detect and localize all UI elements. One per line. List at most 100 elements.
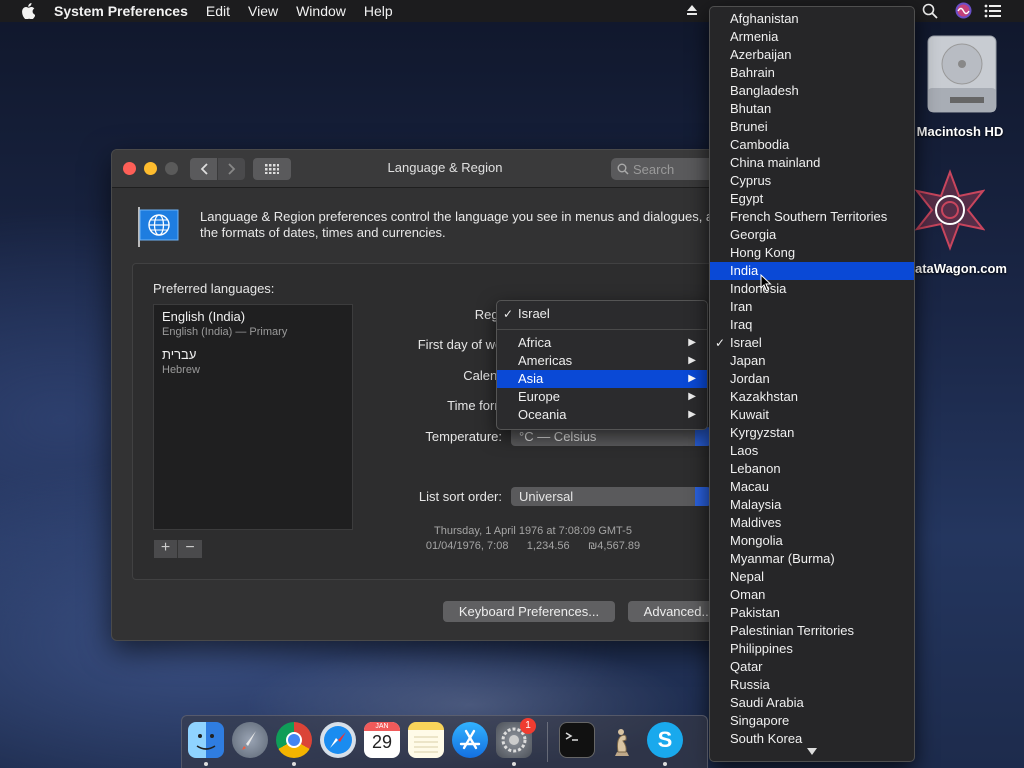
region-label: Region: [366, 307, 516, 322]
country-label: Saudi Arabia: [730, 695, 804, 710]
checkmark-icon: ✓: [715, 336, 726, 350]
country-label: Japan: [730, 353, 766, 368]
country-item[interactable]: India: [710, 262, 914, 280]
macintosh-hd-desktop-icon[interactable]: Macintosh HD: [917, 32, 1003, 139]
search-input[interactable]: [633, 161, 713, 177]
country-label: Brunei: [730, 119, 768, 134]
remove-language-button[interactable]: −: [178, 540, 202, 558]
apple-menu-icon[interactable]: [18, 0, 38, 22]
country-item[interactable]: Brunei: [710, 118, 914, 136]
calendar-icon[interactable]: JAN 29: [364, 722, 400, 758]
country-item[interactable]: Iraq: [710, 316, 914, 334]
launchpad-icon[interactable]: [232, 722, 268, 758]
country-item[interactable]: Myanmar (Burma): [710, 550, 914, 568]
country-item[interactable]: Qatar: [710, 658, 914, 676]
country-item[interactable]: Bhutan: [710, 100, 914, 118]
spotlight-icon[interactable]: [922, 3, 938, 22]
list-sort-popup[interactable]: Universal: [511, 487, 711, 506]
country-item[interactable]: Kyrgyzstan: [710, 424, 914, 442]
country-item[interactable]: Singapore: [710, 712, 914, 730]
sample-numbers: 01/04/1976, 7:08 1,234.56 ₪4,567.89: [425, 540, 641, 552]
country-item[interactable]: Cambodia: [710, 136, 914, 154]
country-label: Mongolia: [730, 533, 783, 548]
submenu-arrow-icon: ▶: [688, 355, 696, 366]
region-current-label: Israel: [518, 306, 550, 321]
menu-edit[interactable]: Edit: [197, 0, 239, 22]
region-item-europe[interactable]: Europe ▶: [497, 388, 707, 406]
finder-icon[interactable]: [188, 722, 224, 758]
language-item[interactable]: English (India) English (India) — Primar…: [154, 305, 352, 339]
search-field[interactable]: [611, 158, 721, 180]
country-item[interactable]: Laos: [710, 442, 914, 460]
country-item[interactable]: China mainland: [710, 154, 914, 172]
safari-icon[interactable]: [320, 722, 356, 758]
country-label: India: [730, 263, 759, 278]
scroll-down-arrow-icon[interactable]: [807, 748, 817, 755]
region-current-item[interactable]: ✓ Israel: [497, 305, 707, 323]
region-item-oceania[interactable]: Oceania ▶: [497, 406, 707, 424]
country-item[interactable]: Cyprus: [710, 172, 914, 190]
preferred-languages-list[interactable]: English (India) English (India) — Primar…: [153, 304, 353, 530]
country-label: Kuwait: [730, 407, 770, 422]
country-item[interactable]: Armenia: [710, 28, 914, 46]
country-label: French Southern Territories: [730, 209, 888, 224]
country-item[interactable]: Pakistan: [710, 604, 914, 622]
chess-icon[interactable]: [603, 722, 639, 758]
country-item[interactable]: Georgia: [710, 226, 914, 244]
country-item[interactable]: Japan: [710, 352, 914, 370]
country-item[interactable]: Nepal: [710, 568, 914, 586]
country-item[interactable]: South Korea: [710, 730, 914, 748]
datawagon-desktop-icon[interactable]: ataWagon.com: [914, 165, 1007, 276]
notes-icon[interactable]: [408, 722, 444, 758]
country-label: Lebanon: [730, 461, 781, 476]
country-item[interactable]: Bahrain: [710, 64, 914, 82]
country-item[interactable]: Philippines: [710, 640, 914, 658]
skype-icon[interactable]: S: [647, 722, 683, 758]
country-item[interactable]: Malaysia: [710, 496, 914, 514]
country-item[interactable]: Iran: [710, 298, 914, 316]
submenu-arrow-icon: ▶: [688, 409, 696, 420]
region-item-africa[interactable]: Africa ▶: [497, 334, 707, 352]
country-item[interactable]: Palestinian Territories: [710, 622, 914, 640]
country-item[interactable]: Lebanon: [710, 460, 914, 478]
country-item[interactable]: Egypt: [710, 190, 914, 208]
first-day-label: First day of week: [417, 337, 516, 352]
menu-app-name[interactable]: System Preferences: [38, 0, 197, 22]
country-item[interactable]: Saudi Arabia: [710, 694, 914, 712]
region-item-asia[interactable]: Asia ▶: [497, 370, 707, 388]
region-item-americas[interactable]: Americas ▶: [497, 352, 707, 370]
language-item[interactable]: עברית Hebrew: [154, 339, 352, 377]
menu-view[interactable]: View: [239, 0, 287, 22]
language-name: עברית: [162, 347, 197, 362]
country-label: Jordan: [730, 371, 770, 386]
country-item[interactable]: ✓ Israel: [710, 334, 914, 352]
search-icon: [617, 163, 629, 175]
country-item[interactable]: Macau: [710, 478, 914, 496]
notification-center-icon[interactable]: [984, 4, 1002, 21]
menu-help[interactable]: Help: [355, 0, 402, 22]
country-item[interactable]: Jordan: [710, 370, 914, 388]
country-item[interactable]: Mongolia: [710, 532, 914, 550]
country-item[interactable]: French Southern Territories: [710, 208, 914, 226]
country-item[interactable]: Azerbaijan: [710, 46, 914, 64]
country-item[interactable]: Russia: [710, 676, 914, 694]
country-item[interactable]: Hong Kong: [710, 244, 914, 262]
keyboard-preferences-button[interactable]: Keyboard Preferences...: [443, 601, 615, 622]
terminal-icon[interactable]: [559, 722, 595, 758]
app-store-icon[interactable]: [452, 722, 488, 758]
country-item[interactable]: Afghanistan: [710, 10, 914, 28]
country-label: Oman: [730, 587, 766, 602]
country-item[interactable]: Kazakhstan: [710, 388, 914, 406]
country-item[interactable]: Oman: [710, 586, 914, 604]
eject-icon[interactable]: [686, 3, 698, 20]
menu-window[interactable]: Window: [287, 0, 355, 22]
siri-icon[interactable]: [955, 2, 972, 22]
country-label: China mainland: [730, 155, 821, 170]
country-item[interactable]: Kuwait: [710, 406, 914, 424]
country-item[interactable]: Maldives: [710, 514, 914, 532]
menu-separator: [497, 329, 707, 330]
add-language-button[interactable]: +: [154, 540, 178, 558]
country-item[interactable]: Indonesia: [710, 280, 914, 298]
chrome-icon[interactable]: [276, 722, 312, 758]
country-item[interactable]: Bangladesh: [710, 82, 914, 100]
